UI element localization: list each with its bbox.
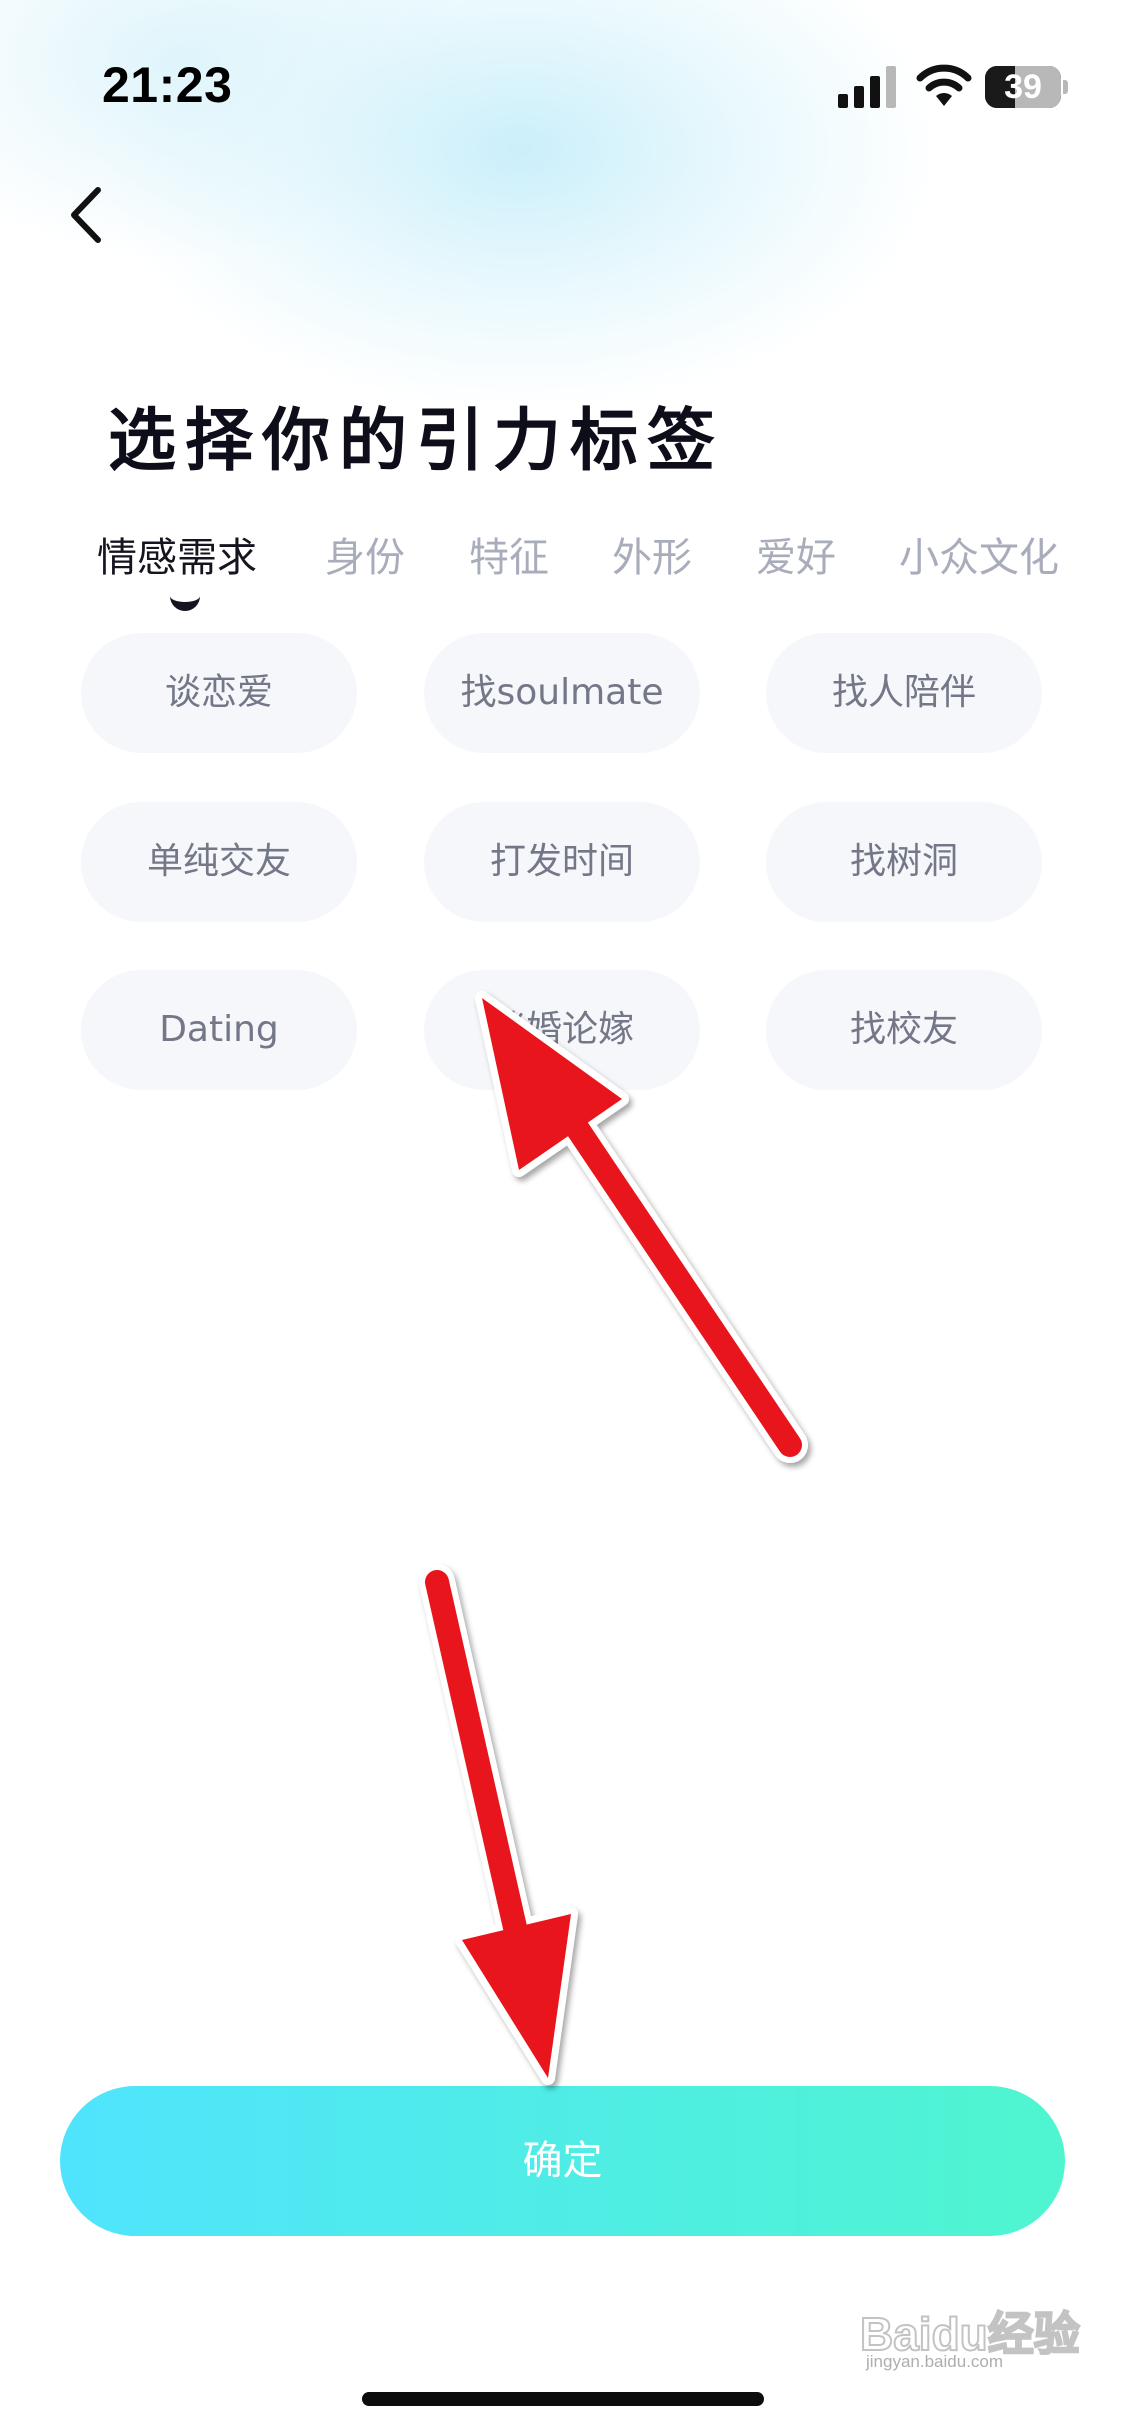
tag-chip[interactable]: 找人陪伴	[766, 633, 1042, 753]
tag-chip[interactable]: 找校友	[766, 970, 1042, 1090]
tag-chip[interactable]: 打发时间	[424, 802, 700, 922]
page-title: 选择你的引力标签	[108, 402, 725, 481]
tab-niche-culture[interactable]: 小众文化	[899, 525, 1059, 583]
watermark-subtext: jingyan.baidu.com	[866, 2352, 1004, 2371]
home-indicator	[362, 2392, 764, 2406]
tag-chip[interactable]: 单纯交友	[81, 802, 357, 922]
tab-appearance[interactable]: 外形	[612, 525, 692, 583]
tab-hobbies[interactable]: 爱好	[756, 525, 836, 583]
tab-features[interactable]: 特征	[469, 525, 549, 583]
tag-chip[interactable]: 谈恋爱	[81, 633, 357, 753]
status-bar: 21:23 39	[0, 0, 1125, 150]
category-tabs: 情感需求 身份 特征 外形 爱好 小众文化	[0, 525, 1125, 615]
tab-active-indicator	[170, 580, 200, 611]
battery-body: 39	[985, 66, 1061, 108]
wifi-icon	[916, 64, 972, 106]
tab-identity[interactable]: 身份	[325, 525, 405, 583]
tag-chip[interactable]: Dating	[81, 970, 357, 1090]
tab-emotional-needs[interactable]: 情感需求	[97, 525, 257, 583]
cellular-signal-icon	[838, 66, 896, 108]
battery-icon: 39	[985, 66, 1068, 108]
battery-cap	[1063, 80, 1068, 94]
baidu-watermark: Baidu经验 jingyan.baidu.com	[859, 2296, 1081, 2376]
tag-chip[interactable]: 找soulmate	[424, 633, 700, 753]
status-time: 21:23	[102, 57, 233, 113]
tag-chip[interactable]: 谈婚论嫁	[424, 970, 700, 1090]
confirm-button[interactable]: 确定	[60, 2086, 1065, 2236]
chevron-left-icon[interactable]	[58, 180, 118, 250]
annotation-arrow-down	[419, 1564, 578, 2085]
tag-chip[interactable]: 找树洞	[766, 802, 1042, 922]
battery-level: 39	[1004, 68, 1042, 106]
